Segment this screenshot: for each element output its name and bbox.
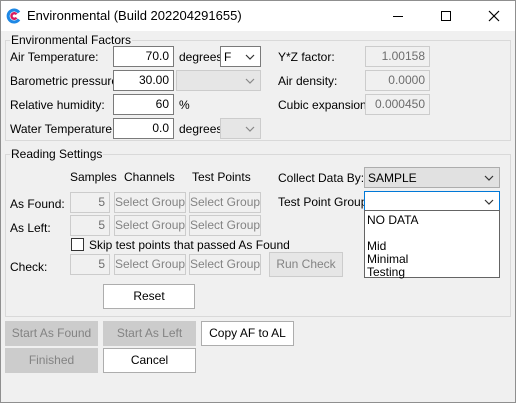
minimize-button[interactable]: [381, 1, 415, 31]
as-left-samples-input[interactable]: 5: [70, 215, 110, 236]
dropdown-option-testing[interactable]: Testing: [367, 265, 405, 279]
water-temperature-label: Water Temperature:: [10, 122, 116, 136]
skip-passed-checkbox[interactable]: [71, 238, 84, 251]
collect-data-by-value: SAMPLE: [368, 171, 417, 185]
title-bar: Environmental (Build 202204291655): [1, 1, 515, 31]
barometric-pressure-input[interactable]: 30.00: [113, 70, 174, 91]
check-samples-input[interactable]: 5: [70, 254, 110, 275]
test-point-group-label: Test Point Group:: [278, 195, 371, 209]
samples-column-header: Samples: [70, 170, 117, 184]
barometric-pressure-label: Barometric pressure:: [10, 74, 122, 88]
temperature-unit-value: F: [224, 50, 232, 64]
test-points-column-header: Test Points: [192, 170, 251, 184]
as-found-test-points-select-group[interactable]: Select Group: [189, 192, 261, 213]
close-button[interactable]: [477, 1, 511, 31]
water-temperature-unit-select[interactable]: [220, 118, 261, 139]
test-point-group-select[interactable]: [364, 191, 500, 212]
test-point-group-dropdown: NO DATA Mid Minimal Testing: [364, 210, 500, 279]
copy-af-to-al-button[interactable]: Copy AF to AL: [201, 321, 294, 346]
chevron-down-icon: [484, 175, 494, 181]
start-as-left-button[interactable]: Start As Left: [103, 321, 196, 346]
yz-factor-label: Y*Z factor:: [278, 50, 335, 64]
finished-button[interactable]: Finished: [5, 348, 98, 373]
dropdown-option-minimal[interactable]: Minimal: [367, 252, 408, 266]
chevron-down-icon: [245, 54, 255, 60]
app-logo-icon: [6, 8, 21, 24]
as-left-label: As Left:: [10, 221, 51, 235]
maximize-button[interactable]: [429, 1, 463, 31]
environmental-window: Environmental (Build 202204291655) Envir…: [0, 0, 516, 403]
cubic-expansion-label: Cubic expansion:: [278, 98, 371, 112]
water-temperature-unit-label: degrees: [179, 122, 223, 136]
as-found-samples-input[interactable]: 5: [70, 192, 110, 213]
humidity-unit-label: %: [179, 98, 190, 112]
collect-data-by-label: Collect Data By:: [278, 171, 365, 185]
chevron-down-icon: [245, 78, 255, 84]
run-check-button[interactable]: Run Check: [269, 252, 343, 277]
as-left-test-points-select-group[interactable]: Select Group: [189, 215, 261, 236]
as-left-channels-select-group[interactable]: Select Group: [114, 215, 186, 236]
cancel-button[interactable]: Cancel: [103, 348, 196, 373]
environmental-factors-legend: Environmental Factors: [10, 33, 133, 47]
collect-data-by-select[interactable]: SAMPLE: [364, 167, 500, 188]
window-title: Environmental (Build 202204291655): [27, 8, 242, 23]
as-found-label: As Found:: [10, 197, 65, 211]
channels-column-header: Channels: [124, 170, 175, 184]
pressure-unit-select[interactable]: [176, 70, 261, 91]
relative-humidity-label: Relative humidity:: [10, 98, 105, 112]
reset-button[interactable]: Reset: [103, 284, 195, 309]
chevron-down-icon: [484, 199, 494, 205]
close-icon: [488, 10, 500, 22]
air-temperature-unit-label: degrees: [179, 50, 223, 64]
start-as-found-button[interactable]: Start As Found: [5, 321, 98, 346]
as-found-channels-select-group[interactable]: Select Group: [114, 192, 186, 213]
air-density-value: 0.0000: [365, 70, 430, 91]
relative-humidity-input[interactable]: 60: [113, 94, 174, 115]
reading-settings-legend: Reading Settings: [10, 147, 104, 161]
skip-passed-label: Skip test points that passed As Found: [89, 238, 290, 252]
maximize-icon: [441, 11, 451, 21]
dropdown-option-blank[interactable]: [367, 226, 497, 239]
minimize-icon: [393, 16, 403, 17]
air-temperature-input[interactable]: 70.0: [113, 46, 174, 67]
dropdown-option-no-data[interactable]: NO DATA: [367, 213, 419, 227]
air-temperature-label: Air Temperature:: [10, 50, 99, 64]
check-test-points-select-group[interactable]: Select Group: [189, 254, 261, 275]
check-channels-select-group[interactable]: Select Group: [114, 254, 186, 275]
yz-factor-value: 1.00158: [365, 46, 430, 67]
check-label: Check:: [10, 260, 48, 274]
temperature-unit-select[interactable]: F: [220, 46, 261, 67]
cubic-expansion-value: 0.000450: [365, 94, 430, 115]
air-density-label: Air density:: [278, 74, 338, 88]
chevron-down-icon: [245, 126, 255, 132]
water-temperature-input[interactable]: 0.0: [113, 118, 174, 139]
dropdown-option-mid[interactable]: Mid: [367, 239, 386, 253]
